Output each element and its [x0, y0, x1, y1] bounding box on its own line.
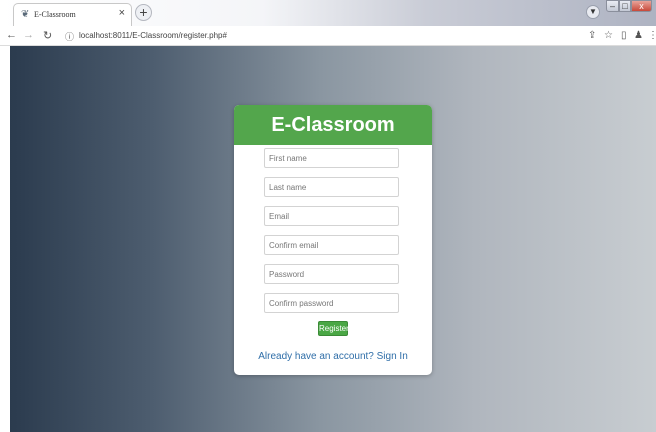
profile-icon[interactable]: ♟ — [634, 30, 643, 41]
forward-icon[interactable]: → — [23, 29, 34, 41]
new-tab-button[interactable]: + — [135, 4, 152, 21]
info-icon[interactable]: ⓘ — [65, 30, 74, 43]
address-bar-row: ← → ↻ ⓘ localhost:8011/E-Classroom/regis… — [0, 26, 656, 46]
register-button[interactable]: Register — [318, 321, 349, 336]
card-title: E-Classroom — [234, 105, 432, 145]
back-icon[interactable]: ← — [6, 29, 17, 41]
tab-title: E-Classroom — [34, 10, 76, 19]
sign-in-link[interactable]: Already have an account? Sign In — [234, 351, 432, 362]
window-controls: – □ x — [606, 0, 652, 15]
chevron-down-icon: ▼ — [589, 7, 597, 16]
menu-icon[interactable]: ⋮ — [648, 30, 656, 41]
favicon-icon: ❦ — [21, 9, 30, 20]
side-panel-icon[interactable]: ▯ — [621, 30, 627, 41]
url-field[interactable]: localhost:8011/E-Classroom/register.php# — [79, 31, 227, 40]
first-name-input[interactable] — [264, 148, 399, 168]
registration-card: E-Classroom Register Already have an acc… — [234, 105, 432, 375]
browser-tab[interactable]: ❦ E-Classroom × — [13, 3, 132, 26]
browser-tab-strip: ❦ E-Classroom × + ▼ – □ x — [0, 0, 656, 26]
confirm-email-input[interactable] — [264, 235, 399, 255]
bookmark-star-icon[interactable]: ☆ — [604, 30, 613, 41]
confirm-password-input[interactable] — [264, 293, 399, 313]
close-window-button[interactable]: x — [631, 0, 652, 12]
tab-search-button[interactable]: ▼ — [586, 5, 600, 19]
password-input[interactable] — [264, 264, 399, 284]
page-background: E-Classroom Register Already have an acc… — [10, 46, 656, 432]
last-name-input[interactable] — [264, 177, 399, 197]
minimize-button[interactable]: – — [606, 0, 619, 12]
email-input[interactable] — [264, 206, 399, 226]
maximize-button[interactable]: □ — [619, 0, 631, 12]
share-icon[interactable]: ⇪ — [588, 30, 596, 41]
reload-icon[interactable]: ↻ — [43, 29, 52, 42]
tab-close-icon[interactable]: × — [119, 7, 125, 19]
